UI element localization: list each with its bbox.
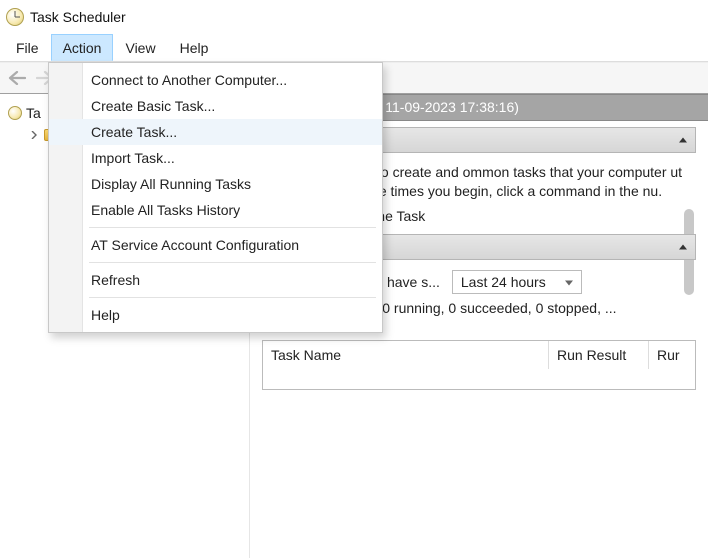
menu-import-task[interactable]: Import Task...: [49, 145, 382, 171]
status-period-value: Last 24 hours: [461, 274, 546, 290]
col-task-name[interactable]: Task Name: [263, 341, 549, 369]
col-run-partial[interactable]: Rur: [649, 341, 695, 369]
action-dropdown: Connect to Another Computer... Create Ba…: [48, 62, 383, 333]
status-table: Task Name Run Result Rur: [262, 340, 696, 390]
menu-connect-computer[interactable]: Connect to Another Computer...: [49, 67, 382, 93]
menu-create-task[interactable]: Create Task...: [49, 119, 382, 145]
menu-separator: [89, 297, 376, 298]
window-title: Task Scheduler: [30, 9, 126, 25]
col-run-result[interactable]: Run Result: [549, 341, 649, 369]
menu-view[interactable]: View: [113, 34, 167, 61]
menu-help[interactable]: Help: [168, 34, 221, 61]
chevron-right-icon[interactable]: [28, 129, 40, 141]
tree-root-label: Ta: [26, 105, 41, 121]
clock-icon: [8, 106, 22, 120]
menu-display-running-tasks[interactable]: Display All Running Tasks: [49, 171, 382, 197]
menu-separator: [89, 227, 376, 228]
menu-file[interactable]: File: [4, 34, 51, 61]
menu-action[interactable]: Action: [51, 34, 114, 61]
arrow-left-icon: [8, 71, 26, 85]
menu-help[interactable]: Help: [49, 302, 382, 328]
table-header: Task Name Run Result Rur: [263, 341, 695, 369]
collapse-up-icon: [679, 138, 687, 143]
collapse-up-icon: [679, 244, 687, 249]
menu-bar: File Action View Help: [0, 34, 708, 62]
menu-create-basic-task[interactable]: Create Basic Task...: [49, 93, 382, 119]
title-bar: Task Scheduler: [0, 0, 708, 34]
menu-enable-tasks-history[interactable]: Enable All Tasks History: [49, 197, 382, 223]
menu-separator: [89, 262, 376, 263]
back-button[interactable]: [6, 67, 28, 89]
menu-at-service-config[interactable]: AT Service Account Configuration: [49, 232, 382, 258]
clock-icon: [6, 8, 24, 26]
menu-refresh[interactable]: Refresh: [49, 267, 382, 293]
status-period-dropdown[interactable]: Last 24 hours: [452, 270, 582, 294]
